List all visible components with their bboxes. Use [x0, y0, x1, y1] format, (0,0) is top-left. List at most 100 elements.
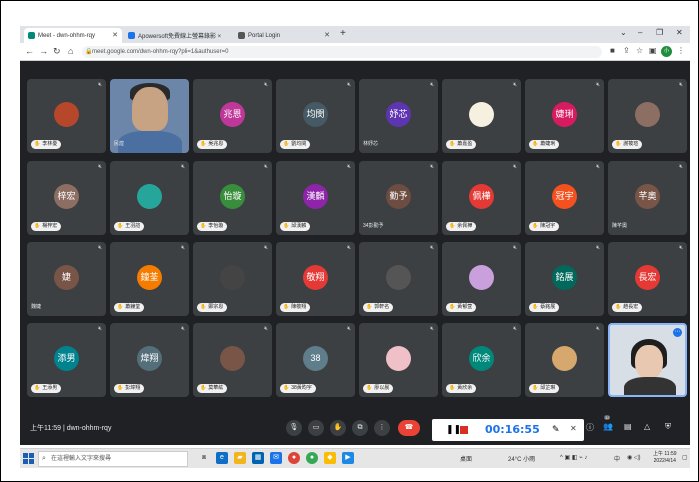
participant-tile[interactable]: 🔇︎ ✋ 莫華紘	[193, 323, 272, 397]
participant-tile[interactable]: 🔇︎ ✋ 謝筱瑄	[608, 79, 687, 153]
participant-tile[interactable]: 🔇︎ 佩樺 ✋ 余佩樺	[442, 161, 521, 235]
participant-tile[interactable]: 🔇︎ ✋ 郭軒名	[359, 242, 438, 316]
participant-name-text: 李怡璇	[208, 223, 224, 229]
recorder-app-icon[interactable]: ▶	[342, 452, 354, 464]
participant-tile[interactable]: 🔇︎ 煒翔 ✋ 彭煒翔	[110, 323, 189, 397]
store-icon[interactable]: ▦	[252, 452, 264, 464]
participant-name: ✋ 黃欣余	[446, 384, 477, 393]
participant-tile[interactable]: 🔇︎ 妤芯 林妤芯	[359, 79, 438, 153]
desktop-label[interactable]: 桌面	[460, 454, 472, 463]
participant-tile[interactable]: 🔇︎ ✋ 鄭宗恩	[193, 242, 272, 316]
raise-hand-icon[interactable]: ✋	[330, 420, 346, 436]
forward-button[interactable]: →	[39, 46, 48, 56]
chrome-alt-icon[interactable]: ●	[306, 452, 318, 464]
participant-avatar: 38	[303, 346, 328, 371]
camera-icon[interactable]: ■	[610, 46, 615, 56]
notification-icon[interactable]: ▢	[682, 454, 688, 461]
window-close-button[interactable]: ✕	[676, 28, 683, 37]
pen-icon[interactable]: ✎	[552, 424, 560, 435]
camera-toggle-icon[interactable]: ▭	[308, 420, 324, 436]
participant-tile[interactable]: 🔇︎ ✋ 黃郁萱	[442, 242, 521, 316]
participant-name: ✋ 38黃昀宇	[280, 384, 316, 393]
participant-avatar: 冠宇	[552, 184, 577, 209]
chat-icon[interactable]: ▤	[624, 422, 632, 431]
ime-indicator[interactable]: 中	[614, 454, 620, 463]
share-icon[interactable]: ⇪	[623, 46, 630, 56]
present-icon[interactable]: ⧉	[352, 420, 368, 436]
participant-tile[interactable]: 🔇︎ ✋ 廖以晨	[359, 323, 438, 397]
participant-tile[interactable]: 🔇︎ 添男 ✋ 王添男	[27, 323, 106, 397]
participant-tile[interactable]: 🔇︎ 怡璇 ✋ 李怡璇	[193, 161, 272, 235]
participant-tile[interactable]: 🔇︎ ✋ 邱芷琳	[525, 323, 604, 397]
chrome-icon[interactable]: ●	[288, 452, 300, 464]
task-view-icon[interactable]: ⧈	[198, 452, 210, 464]
url-input[interactable]: 🔒 meet.google.com/dwn-ohhm-rqy?pli=1&aut…	[82, 46, 602, 58]
participant-name-text: 民煌	[114, 141, 125, 147]
maximize-button[interactable]: ❐	[656, 28, 663, 37]
new-tab-button[interactable]: +	[340, 29, 346, 39]
stop-button[interactable]	[460, 426, 468, 434]
weather-widget[interactable]: 24°C 小雨	[508, 454, 535, 463]
end-call-button[interactable]: ☎	[398, 420, 420, 436]
participant-tile[interactable]: 🔇︎ 婕魏婕	[27, 242, 106, 316]
taskbar-clock[interactable]: 上午 11:59 2022/4/14	[653, 451, 677, 465]
participant-tile[interactable]: 🔇︎ 均閔 ✋ 劉均閔	[276, 79, 355, 153]
star-icon[interactable]: ☆	[636, 46, 643, 56]
participant-tile[interactable]: 🔇︎ 冠宇 ✋ 陳冠宇	[525, 161, 604, 235]
menu-icon[interactable]: ⋮	[677, 46, 685, 56]
windows-start-button[interactable]	[23, 453, 34, 464]
participant-tile[interactable]: 🔇︎ 敬翔 ✋ 陳敬翔	[276, 242, 355, 316]
participant-tile[interactable]: 🔇︎ ✋ 王羽諠	[110, 161, 189, 235]
participant-name: ✋ 邱芷琳	[529, 384, 560, 393]
back-button[interactable]: ←	[25, 46, 34, 56]
taskbar-search-input[interactable]: ⌕ 在這裡輸入文字來搜尋	[38, 451, 188, 467]
participant-tile[interactable]: 🔇︎ 欣余 ✋ 黃欣余	[442, 323, 521, 397]
tray-icons[interactable]: ^ ▣ ◧ ⌁ ♪	[560, 454, 587, 461]
chevron-down-icon[interactable]: ⌄	[620, 28, 627, 37]
app-icon[interactable]: ◆	[324, 452, 336, 464]
participant-tile[interactable]: 🔇︎ 漢麟 ✋ 邱漢麟	[276, 161, 355, 235]
file-explorer-icon[interactable]: ▰	[234, 452, 246, 464]
tab-label: Apowersoft免費線上螢幕錄影 ×	[138, 34, 222, 40]
participant-tile[interactable]: 🔇︎ 婕琍 ✋ 蕭婕琍	[525, 79, 604, 153]
participant-tile[interactable]: ⋯	[608, 323, 687, 397]
edge-icon[interactable]: e	[216, 452, 228, 464]
home-icon[interactable]: ⌂	[68, 46, 73, 56]
activities-icon[interactable]: △	[644, 422, 650, 431]
more-options-icon[interactable]: ⋮	[374, 420, 390, 436]
host-controls-icon[interactable]: ⛨	[665, 422, 671, 432]
reload-button[interactable]: ↻	[53, 46, 61, 56]
more-options-icon[interactable]: ⋯	[673, 328, 682, 337]
minimize-button[interactable]: –	[638, 28, 642, 37]
tab-portal[interactable]: Portal Login ✕	[234, 28, 334, 43]
browser-tab-bar: Meet - dwn-ohhm-rqy ✕ Apowersoft免費線上螢幕錄影…	[20, 26, 690, 43]
raised-hand-icon: ✋	[615, 141, 622, 147]
tab-meet[interactable]: Meet - dwn-ohhm-rqy ✕	[24, 28, 122, 43]
participant-tile[interactable]: 🔇︎ ✋ 蕭嘉盈	[442, 79, 521, 153]
tab-apowersoft[interactable]: Apowersoft免費線上螢幕錄影 ×	[124, 28, 232, 43]
mail-icon[interactable]: ✉	[270, 452, 282, 464]
info-icon[interactable]: ⓘ	[586, 422, 594, 433]
participant-name-text: 魏婕	[31, 304, 42, 310]
participant-tile[interactable]: 🔇︎ 勤予 34彭勤予	[359, 161, 438, 235]
close-icon[interactable]: ✕	[112, 31, 118, 39]
mic-off-icon: 🔇︎	[98, 326, 102, 332]
close-icon[interactable]: ✕	[570, 424, 577, 433]
participant-tile[interactable]: 🔇︎ 鐘荃 ✋ 蕭鐘荃	[110, 242, 189, 316]
participant-tile[interactable]: 🔇︎ 兆恩 ✋ 吳兆恩	[193, 79, 272, 153]
participant-tile[interactable]: 🔇︎ ✋ 李林憂	[27, 79, 106, 153]
avatar[interactable]: 小	[661, 46, 672, 57]
pause-button[interactable]: ❚❚	[446, 424, 461, 435]
participant-tile[interactable]: 🔇︎ 梓宏 ✋ 楊梓宏	[27, 161, 106, 235]
people-icon[interactable]: 👥 32	[603, 415, 613, 431]
participant-tile[interactable]: 🔇︎ 38 ✋ 38黃昀宇	[276, 323, 355, 397]
participant-tile[interactable]: 民煌	[110, 79, 189, 153]
sidebar-icon[interactable]: ▣	[649, 46, 657, 56]
participant-tile[interactable]: 🔇︎ 芊奧 陳芊奧	[608, 161, 687, 235]
mic-icon[interactable]: 🎙	[286, 420, 302, 436]
participant-name-text: 邱漢麟	[291, 223, 307, 229]
volume-icon[interactable]: ◉ ◁)	[627, 454, 641, 461]
participant-tile[interactable]: 🔇︎ 銘展 ✋ 蔡銘展	[525, 242, 604, 316]
close-icon[interactable]: ✕	[324, 31, 330, 39]
participant-tile[interactable]: 🔇︎ 長宏 ✋ 趙長宏	[608, 242, 687, 316]
